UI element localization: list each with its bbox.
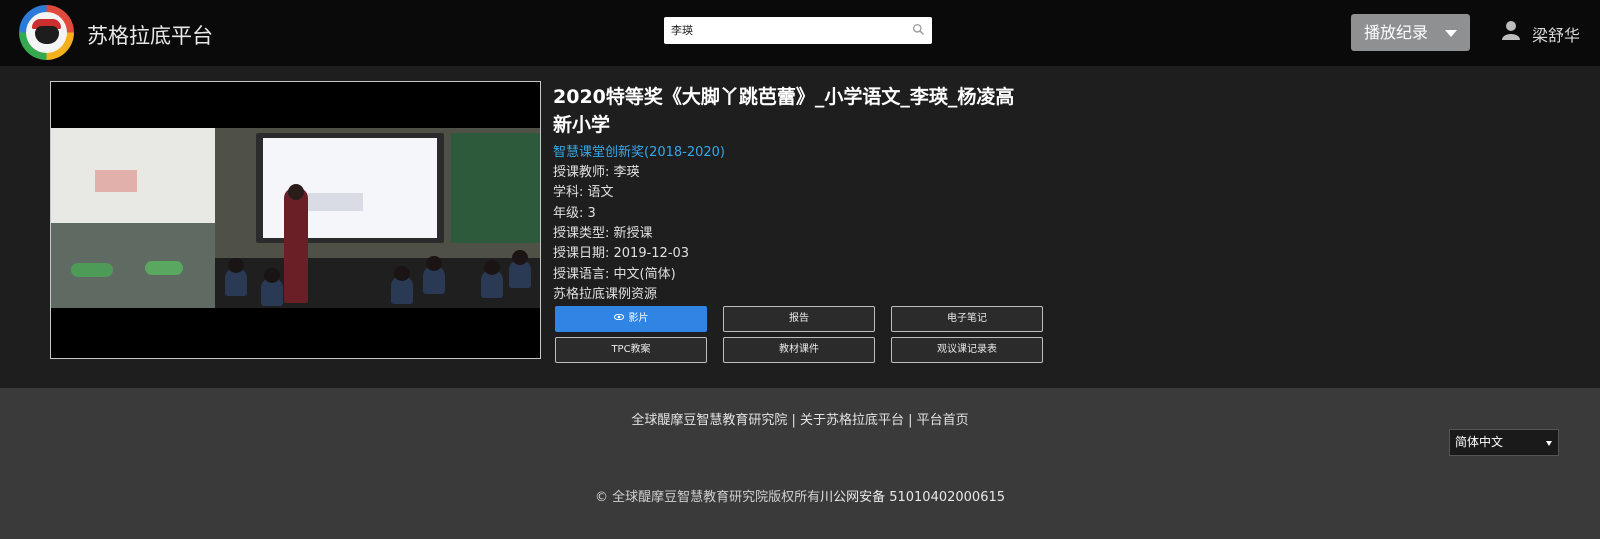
teacher-info: 授课教师: 李瑛 bbox=[553, 165, 640, 180]
award-link[interactable]: 智慧课堂创新奖(2018-2020) bbox=[553, 141, 725, 160]
playback-history-button[interactable]: 播放纪录 bbox=[1351, 14, 1470, 51]
date-info: 授课日期: 2019-12-03 bbox=[553, 246, 690, 261]
video-screen-text bbox=[308, 193, 363, 211]
grade-info: 年级: 3 bbox=[553, 206, 596, 221]
platform-logo[interactable] bbox=[19, 5, 74, 60]
subject-info: 学科: 语文 bbox=[553, 185, 614, 200]
lesson-title: 2020特等奖《大脚丫跳芭蕾》_小学语文_李瑛_杨凌高新小学 bbox=[553, 86, 1015, 136]
chevron-down-icon bbox=[1546, 441, 1552, 446]
video-desk bbox=[71, 263, 113, 277]
language-info: 授课语言: 中文(简体) bbox=[553, 267, 676, 282]
video-board-left bbox=[51, 128, 215, 223]
video-button-label: 影片 bbox=[628, 313, 649, 324]
playback-history-label: 播放纪录 bbox=[1364, 23, 1429, 42]
top-bar: 苏格拉底平台 播放纪录 梁舒华 bbox=[0, 0, 1600, 66]
search-box[interactable] bbox=[664, 17, 932, 44]
video-desk bbox=[145, 261, 183, 275]
police-record-link[interactable]: 川公网安备 51010402000615 bbox=[820, 490, 1005, 505]
search-input[interactable] bbox=[664, 17, 901, 42]
e-notes-button[interactable]: 电子笔记 bbox=[891, 306, 1043, 332]
language-select[interactable]: 简体中文 bbox=[1449, 429, 1559, 456]
logo-face bbox=[35, 26, 59, 44]
video-greenboard bbox=[451, 133, 540, 243]
video-teacher bbox=[284, 188, 308, 303]
video-student bbox=[225, 258, 247, 296]
resource-label: 苏格拉底课例资源 bbox=[553, 287, 658, 302]
brand-name[interactable]: 苏格拉底平台 bbox=[87, 20, 213, 50]
video-student bbox=[391, 266, 413, 304]
eye-icon bbox=[613, 314, 624, 320]
search-icon[interactable] bbox=[912, 23, 925, 36]
video-student bbox=[481, 260, 503, 298]
lesson-type-info: 授课类型: 新授课 bbox=[553, 226, 653, 241]
video-classroom-view bbox=[51, 223, 215, 308]
footer-links[interactable]: 全球醍摩豆智慧教育研究院 | 关于苏格拉底平台 | 平台首页 bbox=[0, 409, 1600, 428]
video-student bbox=[261, 268, 283, 306]
report-button[interactable]: 报告 bbox=[723, 306, 875, 332]
video-student bbox=[509, 250, 531, 288]
materials-button[interactable]: 教材课件 bbox=[723, 337, 875, 363]
user-icon bbox=[1502, 21, 1520, 40]
copyright: © 全球醍摩豆智慧教育研究院版权所有川公网安备 51010402000615 bbox=[0, 486, 1600, 505]
observation-record-button[interactable]: 观议课记录表 bbox=[891, 337, 1043, 363]
video-student bbox=[423, 256, 445, 294]
video-board-text bbox=[95, 170, 137, 192]
video-player[interactable] bbox=[50, 81, 541, 359]
user-name: 梁舒华 bbox=[1532, 26, 1581, 45]
video-button[interactable]: 影片 bbox=[555, 306, 707, 332]
copyright-text: © 全球醍摩豆智慧教育研究院版权所有 bbox=[594, 490, 821, 505]
language-select-value: 简体中文 bbox=[1455, 435, 1504, 449]
caret-down-icon bbox=[1445, 30, 1457, 37]
video-teacher-head bbox=[288, 184, 304, 200]
logo-badge bbox=[26, 12, 67, 53]
tpc-plan-button[interactable]: TPC教案 bbox=[555, 337, 707, 363]
video-frame bbox=[51, 128, 540, 308]
